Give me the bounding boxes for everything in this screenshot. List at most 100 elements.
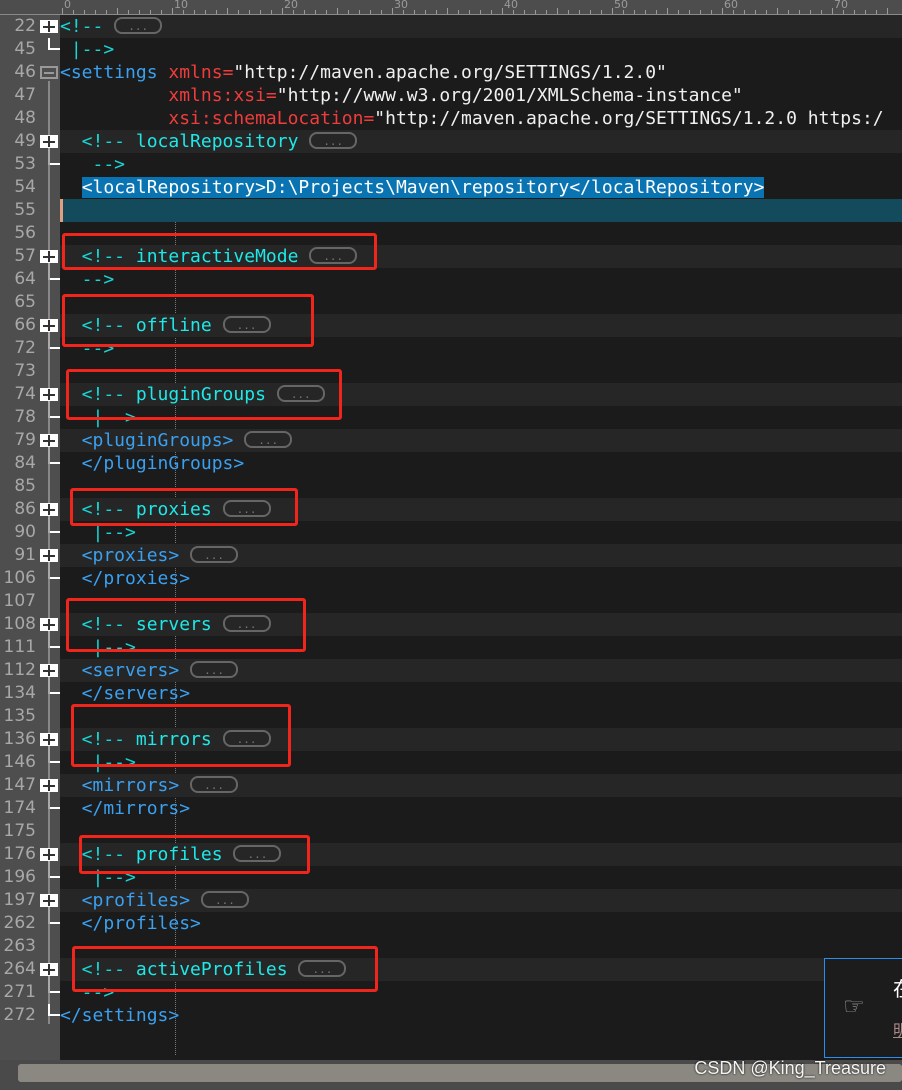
code-token: <!-- bbox=[60, 16, 115, 37]
expand-fold-icon[interactable] bbox=[40, 503, 58, 516]
line-number: 57 bbox=[14, 246, 36, 266]
fold-connector bbox=[48, 746, 50, 763]
collapse-fold-icon[interactable] bbox=[40, 66, 58, 79]
ruler-tick bbox=[469, 10, 470, 14]
line-number: 66 bbox=[14, 315, 36, 335]
popup-link[interactable]: 明 bbox=[893, 1017, 902, 1041]
code-token: <mirrors> bbox=[60, 775, 191, 796]
code-token: xmlns bbox=[168, 62, 223, 83]
code-line[interactable]: </pluginGroups> bbox=[60, 452, 902, 475]
code-token: xsi:schemaLocation bbox=[168, 108, 364, 129]
fold-connector bbox=[48, 332, 50, 349]
line-number: 196 bbox=[3, 867, 36, 887]
expand-fold-icon[interactable] bbox=[40, 848, 58, 861]
expand-fold-icon[interactable] bbox=[40, 779, 58, 792]
ruler-tick bbox=[876, 10, 877, 14]
code-editor[interactable]: <!-- ... |--> <settings xmlns="http://mav… bbox=[60, 15, 902, 1060]
code-line[interactable]: --> bbox=[60, 268, 902, 291]
folded-content-button[interactable]: ... bbox=[114, 17, 163, 34]
expand-fold-icon[interactable] bbox=[40, 733, 58, 746]
line-number: 86 bbox=[14, 499, 36, 519]
code-line[interactable]: <mirrors> ... bbox=[60, 774, 902, 797]
expand-fold-icon[interactable] bbox=[40, 388, 58, 401]
line-number: 46 bbox=[14, 62, 36, 82]
code-line[interactable]: --> bbox=[60, 153, 902, 176]
fold-connector bbox=[48, 631, 50, 648]
ruler-tick bbox=[348, 10, 349, 14]
ruler-tick bbox=[95, 10, 96, 14]
code-token: </servers> bbox=[60, 683, 191, 704]
ruler-tick bbox=[502, 8, 503, 14]
ruler-tick bbox=[106, 10, 107, 14]
code-line[interactable]: xmlns:xsi="http://www.w3.org/2001/XMLSch… bbox=[60, 84, 902, 107]
line-number: 48 bbox=[14, 108, 36, 128]
line-number: 147 bbox=[3, 775, 36, 795]
code-line[interactable]: </settings> bbox=[60, 1004, 902, 1027]
expand-fold-icon[interactable] bbox=[40, 664, 58, 677]
code-token: --> bbox=[60, 269, 115, 290]
code-token: <pluginGroups> bbox=[60, 430, 245, 451]
ruler-tick bbox=[799, 10, 800, 14]
line-number: 176 bbox=[3, 844, 36, 864]
highlight-box-activeProfiles bbox=[72, 946, 378, 992]
code-line[interactable]: <localRepository>D:\Projects\Maven\repos… bbox=[60, 176, 902, 199]
folded-content-button[interactable]: ... bbox=[190, 776, 239, 793]
expand-fold-icon[interactable] bbox=[40, 135, 58, 148]
code-line[interactable]: <proxies> ... bbox=[60, 544, 902, 567]
code-line[interactable]: <pluginGroups> ... bbox=[60, 429, 902, 452]
code-line[interactable]: </servers> bbox=[60, 682, 902, 705]
expand-fold-icon[interactable] bbox=[40, 20, 58, 33]
highlight-box-servers bbox=[66, 598, 306, 652]
folded-content-button[interactable]: ... bbox=[190, 546, 239, 563]
ruler-label: 60 bbox=[724, 0, 738, 11]
ruler-tick bbox=[370, 10, 371, 14]
code-line[interactable]: <profiles> ... bbox=[60, 889, 902, 912]
folded-content-button[interactable]: ... bbox=[309, 132, 358, 149]
expand-fold-icon[interactable] bbox=[40, 250, 58, 263]
code-line[interactable]: |--> bbox=[60, 38, 902, 61]
code-token: xmlns:xsi bbox=[168, 85, 266, 106]
ruler-tick bbox=[73, 10, 74, 14]
ruler-tick bbox=[535, 10, 536, 14]
code-line[interactable]: <servers> ... bbox=[60, 659, 902, 682]
expand-fold-icon[interactable] bbox=[40, 963, 58, 976]
folded-content-button[interactable]: ... bbox=[190, 661, 239, 678]
expand-fold-icon[interactable] bbox=[40, 549, 58, 562]
fold-connector bbox=[48, 907, 50, 924]
line-number: 107 bbox=[3, 591, 36, 611]
folded-content-button[interactable]: ... bbox=[244, 431, 293, 448]
expand-fold-icon[interactable] bbox=[40, 319, 58, 332]
code-line[interactable]: </mirrors> bbox=[60, 797, 902, 820]
code-line[interactable]: xsi:schemaLocation="http://maven.apache.… bbox=[60, 107, 902, 130]
ruler-tick bbox=[854, 10, 855, 14]
ruler-tick bbox=[194, 10, 195, 14]
ruler-tick bbox=[227, 8, 228, 14]
code-token: <localRepository>D:\Projects\Maven\repos… bbox=[81, 177, 765, 198]
popup-tooltip[interactable]: ☞ 在 明 bbox=[824, 958, 902, 1058]
line-number: 55 bbox=[14, 200, 36, 220]
ruler-tick bbox=[700, 10, 701, 14]
code-line[interactable]: </proxies> bbox=[60, 567, 902, 590]
code-line[interactable] bbox=[60, 199, 902, 222]
code-line[interactable]: </profiles> bbox=[60, 912, 902, 935]
ruler-tick bbox=[392, 8, 393, 14]
code-line[interactable]: <!-- ... bbox=[60, 15, 902, 38]
expand-fold-icon[interactable] bbox=[40, 434, 58, 447]
line-number: 106 bbox=[3, 568, 36, 588]
code-token: "http://www.w3.org/2001/XMLSchema-instan… bbox=[276, 85, 743, 106]
ruler-tick bbox=[612, 8, 613, 14]
folded-content-button[interactable]: ... bbox=[200, 891, 249, 908]
ruler-tick bbox=[216, 10, 217, 14]
line-number: 53 bbox=[14, 154, 36, 174]
line-number: 271 bbox=[3, 982, 36, 1002]
fold-connector bbox=[48, 677, 50, 694]
code-line[interactable]: <!-- localRepository ... bbox=[60, 130, 902, 153]
code-token: "http://maven.apache.org/SETTINGS/1.2.0" bbox=[233, 62, 667, 83]
ruler-tick bbox=[249, 10, 250, 14]
ruler-tick bbox=[766, 10, 767, 14]
expand-fold-icon[interactable] bbox=[40, 894, 58, 907]
code-line[interactable]: <settings xmlns="http://maven.apache.org… bbox=[60, 61, 902, 84]
expand-fold-icon[interactable] bbox=[40, 618, 58, 631]
